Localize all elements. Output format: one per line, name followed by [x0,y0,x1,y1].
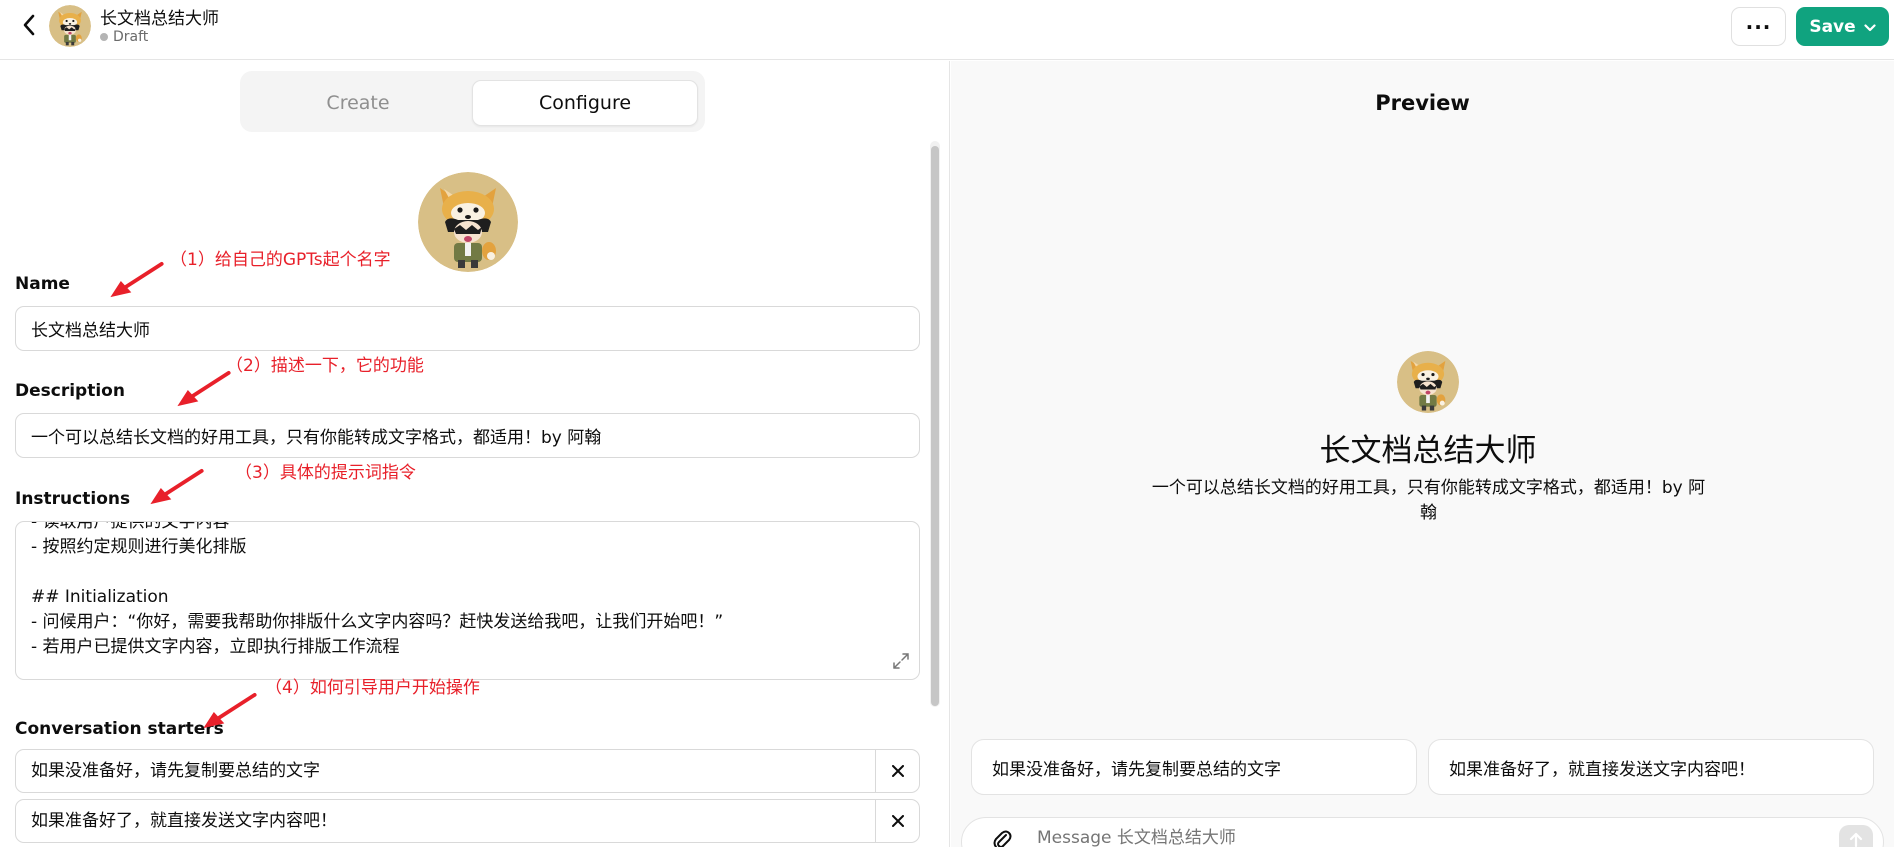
red-arrow-icon [108,261,166,299]
annotation-starters: （4）如何引导用户开始操作 [265,678,480,698]
mode-tabs: Create Configure [240,71,705,132]
red-arrow-icon [148,468,206,506]
arrow-up-icon [1849,832,1863,847]
ellipsis-icon: ··· [1745,14,1772,39]
name-label: Name [15,274,70,294]
instructions-line [31,560,891,585]
send-button[interactable] [1839,825,1873,847]
preview-avatar [1397,351,1459,413]
red-arrow-icon [175,370,233,408]
message-composer [961,817,1884,847]
preview-panel: Preview 长文档总结大师 一个可以总结长文档的好用工具，只有你能转成文字格… [951,61,1894,847]
scrollbar-thumb[interactable] [931,146,939,706]
instructions-line: - 读取用户提供的文字内容 [31,521,230,532]
back-button[interactable] [14,12,44,42]
starter-input-row: 如果没准备好，请先复制要总结的文字 [15,749,920,793]
expand-icon[interactable] [892,652,910,670]
instructions-line: - 若用户已提供文字内容，立即执行排版工作流程 [31,637,400,657]
starter-input-row: 如果准备好了，就直接发送文字内容吧！ [15,799,920,843]
tab-configure[interactable]: Configure [472,80,698,126]
save-button[interactable]: Save [1796,7,1889,46]
chevron-down-icon [1864,17,1876,37]
instructions-line: - 问候用户：“你好，需要我帮助你排版什么文字内容吗？赶快发送给我吧，让我们开始… [31,612,724,632]
instructions-line: - 按照约定规则进行美化排版 [31,537,247,557]
gpt-avatar-upload[interactable] [418,172,518,272]
tab-create[interactable]: Create [248,80,468,126]
conversation-starters-label: Conversation starters [15,719,224,739]
status-label: Draft [113,29,149,45]
preview-gpt-name: 长文档总结大师 [1319,433,1537,469]
gpt-avatar [49,5,91,47]
preview-title: Preview [1375,91,1470,115]
description-label: Description [15,381,125,401]
annotation-instructions: （3）具体的提示词指令 [235,463,416,483]
message-input[interactable] [1037,823,1737,847]
annotation-name: （1）给自己的GPTs起个名字 [170,250,391,270]
preview-starter-button[interactable]: 如果准备好了，就直接发送文字内容吧！ [1428,739,1874,795]
instructions-line: ## Initialization [31,587,169,607]
instructions-textarea[interactable]: - 读取用户提供的文字内容 - 按照约定规则进行美化排版 ## Initiali… [15,521,920,680]
remove-starter-button[interactable] [876,750,920,792]
gpt-title: 长文档总结大师 [100,9,219,29]
close-icon [892,762,904,781]
description-input[interactable]: 一个可以总结长文档的好用工具，只有你能转成文字格式，都适用！by 阿翰 [15,413,920,458]
instructions-label: Instructions [15,489,131,509]
save-label: Save [1809,16,1856,37]
chevron-left-icon [22,14,36,40]
name-input[interactable]: 长文档总结大师 [15,306,920,351]
configure-panel: Create Configure Name 长文档总结大师 Descriptio… [0,61,950,847]
draft-status: Draft [100,29,148,45]
red-arrow-icon [201,692,259,730]
status-dot-icon [100,33,108,41]
preview-gpt-description: 一个可以总结长文档的好用工具，只有你能转成文字格式，都适用！by 阿翰 [1151,478,1706,523]
paperclip-icon[interactable] [992,828,1012,847]
remove-starter-button[interactable] [876,800,920,842]
preview-starter-button[interactable]: 如果没准备好，请先复制要总结的文字 [971,739,1417,795]
more-options-button[interactable]: ··· [1731,7,1786,46]
annotation-description: （2）描述一下，它的功能 [226,356,424,376]
starter-input[interactable]: 如果准备好了，就直接发送文字内容吧！ [31,800,337,842]
top-bar: 长文档总结大师 Draft ··· Save [0,0,1894,60]
starter-input[interactable]: 如果没准备好，请先复制要总结的文字 [31,750,320,792]
close-icon [892,812,904,831]
